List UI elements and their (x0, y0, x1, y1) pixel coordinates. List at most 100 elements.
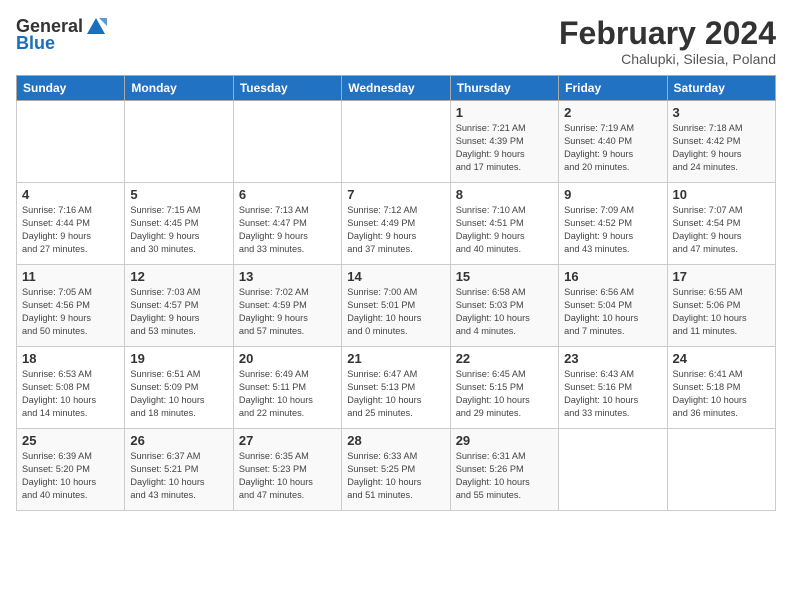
day-number: 24 (673, 351, 770, 366)
day-info: Sunrise: 6:56 AM Sunset: 5:04 PM Dayligh… (564, 286, 661, 338)
table-row: 12 Sunrise: 7:03 AM Sunset: 4:57 PM Dayli… (125, 265, 233, 347)
day-number: 14 (347, 269, 444, 284)
table-row (125, 101, 233, 183)
day-number: 19 (130, 351, 227, 366)
table-row: 23 Sunrise: 6:43 AM Sunset: 5:16 PM Dayli… (559, 347, 667, 429)
day-number: 15 (456, 269, 553, 284)
day-number: 12 (130, 269, 227, 284)
week-row-0: 1Sunrise: 7:21 AM Sunset: 4:39 PM Daylig… (17, 101, 776, 183)
day-info: Sunrise: 7:09 AM Sunset: 4:52 PM Dayligh… (564, 204, 661, 256)
day-info: Sunrise: 7:00 AM Sunset: 5:01 PM Dayligh… (347, 286, 444, 338)
location: Chalupki, Silesia, Poland (559, 51, 776, 67)
table-row: 25 Sunrise: 6:39 AM Sunset: 5:20 PM Dayli… (17, 429, 125, 511)
day-number: 25 (22, 433, 119, 448)
day-number: 20 (239, 351, 336, 366)
day-info: Sunrise: 7:15 AM Sunset: 4:45 PM Dayligh… (130, 204, 227, 256)
table-row: 15 Sunrise: 6:58 AM Sunset: 5:03 PM Dayli… (450, 265, 558, 347)
col-thursday: Thursday (450, 76, 558, 101)
table-row: 19Sunrise: 6:51 AM Sunset: 5:09 PM Dayli… (125, 347, 233, 429)
calendar-body: 1Sunrise: 7:21 AM Sunset: 4:39 PM Daylig… (17, 101, 776, 511)
table-row: 22Sunrise: 6:45 AM Sunset: 5:15 PM Dayli… (450, 347, 558, 429)
col-friday: Friday (559, 76, 667, 101)
table-row: 2Sunrise: 7:19 AM Sunset: 4:40 PM Daylig… (559, 101, 667, 183)
table-row: 13 Sunrise: 7:02 AM Sunset: 4:59 PM Dayli… (233, 265, 341, 347)
table-row: 26 Sunrise: 6:37 AM Sunset: 5:21 PM Dayli… (125, 429, 233, 511)
calendar-header-row: Sunday Monday Tuesday Wednesday Thursday… (17, 76, 776, 101)
day-number: 9 (564, 187, 661, 202)
header: General Blue February 2024 Chalupki, Sil… (16, 16, 776, 67)
day-info: Sunrise: 6:39 AM Sunset: 5:20 PM Dayligh… (22, 450, 119, 502)
page-container: General Blue February 2024 Chalupki, Sil… (0, 0, 792, 519)
table-row: 1Sunrise: 7:21 AM Sunset: 4:39 PM Daylig… (450, 101, 558, 183)
table-row: 17 Sunrise: 6:55 AM Sunset: 5:06 PM Dayli… (667, 265, 775, 347)
table-row: 28 Sunrise: 6:33 AM Sunset: 5:25 PM Dayli… (342, 429, 450, 511)
day-info: Sunrise: 7:05 AM Sunset: 4:56 PM Dayligh… (22, 286, 119, 338)
logo-icon (85, 16, 107, 38)
table-row: 21 Sunrise: 6:47 AM Sunset: 5:13 PM Dayli… (342, 347, 450, 429)
col-monday: Monday (125, 76, 233, 101)
day-info: Sunrise: 6:47 AM Sunset: 5:13 PM Dayligh… (347, 368, 444, 420)
week-row-3: 18Sunrise: 6:53 AM Sunset: 5:08 PM Dayli… (17, 347, 776, 429)
table-row: 14 Sunrise: 7:00 AM Sunset: 5:01 PM Dayli… (342, 265, 450, 347)
day-info: Sunrise: 6:53 AM Sunset: 5:08 PM Dayligh… (22, 368, 119, 420)
table-row: 20 Sunrise: 6:49 AM Sunset: 5:11 PM Dayli… (233, 347, 341, 429)
day-number: 3 (673, 105, 770, 120)
table-row: 7 Sunrise: 7:12 AM Sunset: 4:49 PM Daylig… (342, 183, 450, 265)
col-saturday: Saturday (667, 76, 775, 101)
week-row-4: 25 Sunrise: 6:39 AM Sunset: 5:20 PM Dayli… (17, 429, 776, 511)
day-number: 6 (239, 187, 336, 202)
table-row: 9 Sunrise: 7:09 AM Sunset: 4:52 PM Daylig… (559, 183, 667, 265)
day-number: 10 (673, 187, 770, 202)
table-row: 29 Sunrise: 6:31 AM Sunset: 5:26 PM Dayli… (450, 429, 558, 511)
day-number: 27 (239, 433, 336, 448)
table-row (233, 101, 341, 183)
day-number: 17 (673, 269, 770, 284)
day-info: Sunrise: 6:55 AM Sunset: 5:06 PM Dayligh… (673, 286, 770, 338)
table-row: 10 Sunrise: 7:07 AM Sunset: 4:54 PM Dayli… (667, 183, 775, 265)
table-row: 6 Sunrise: 7:13 AM Sunset: 4:47 PM Daylig… (233, 183, 341, 265)
day-info: Sunrise: 7:13 AM Sunset: 4:47 PM Dayligh… (239, 204, 336, 256)
day-info: Sunrise: 7:18 AM Sunset: 4:42 PM Dayligh… (673, 122, 770, 174)
day-info: Sunrise: 6:33 AM Sunset: 5:25 PM Dayligh… (347, 450, 444, 502)
day-number: 8 (456, 187, 553, 202)
day-number: 7 (347, 187, 444, 202)
day-info: Sunrise: 6:31 AM Sunset: 5:26 PM Dayligh… (456, 450, 553, 502)
table-row: 8Sunrise: 7:10 AM Sunset: 4:51 PM Daylig… (450, 183, 558, 265)
month-year: February 2024 (559, 16, 776, 51)
week-row-2: 11 Sunrise: 7:05 AM Sunset: 4:56 PM Dayli… (17, 265, 776, 347)
day-info: Sunrise: 7:19 AM Sunset: 4:40 PM Dayligh… (564, 122, 661, 174)
table-row: 16 Sunrise: 6:56 AM Sunset: 5:04 PM Dayli… (559, 265, 667, 347)
day-info: Sunrise: 7:12 AM Sunset: 4:49 PM Dayligh… (347, 204, 444, 256)
title-block: February 2024 Chalupki, Silesia, Poland (559, 16, 776, 67)
day-info: Sunrise: 7:16 AM Sunset: 4:44 PM Dayligh… (22, 204, 119, 256)
day-info: Sunrise: 7:21 AM Sunset: 4:39 PM Dayligh… (456, 122, 553, 174)
week-row-1: 4 Sunrise: 7:16 AM Sunset: 4:44 PM Daylig… (17, 183, 776, 265)
day-info: Sunrise: 7:07 AM Sunset: 4:54 PM Dayligh… (673, 204, 770, 256)
table-row: 11 Sunrise: 7:05 AM Sunset: 4:56 PM Dayli… (17, 265, 125, 347)
day-info: Sunrise: 6:37 AM Sunset: 5:21 PM Dayligh… (130, 450, 227, 502)
day-number: 4 (22, 187, 119, 202)
day-number: 23 (564, 351, 661, 366)
table-row: 4 Sunrise: 7:16 AM Sunset: 4:44 PM Daylig… (17, 183, 125, 265)
day-info: Sunrise: 6:45 AM Sunset: 5:15 PM Dayligh… (456, 368, 553, 420)
col-tuesday: Tuesday (233, 76, 341, 101)
day-number: 11 (22, 269, 119, 284)
day-number: 16 (564, 269, 661, 284)
col-wednesday: Wednesday (342, 76, 450, 101)
day-info: Sunrise: 6:58 AM Sunset: 5:03 PM Dayligh… (456, 286, 553, 338)
day-number: 26 (130, 433, 227, 448)
day-number: 29 (456, 433, 553, 448)
day-number: 28 (347, 433, 444, 448)
day-info: Sunrise: 6:43 AM Sunset: 5:16 PM Dayligh… (564, 368, 661, 420)
day-info: Sunrise: 6:41 AM Sunset: 5:18 PM Dayligh… (673, 368, 770, 420)
day-info: Sunrise: 7:03 AM Sunset: 4:57 PM Dayligh… (130, 286, 227, 338)
day-number: 21 (347, 351, 444, 366)
day-info: Sunrise: 6:49 AM Sunset: 5:11 PM Dayligh… (239, 368, 336, 420)
table-row (559, 429, 667, 511)
day-info: Sunrise: 6:35 AM Sunset: 5:23 PM Dayligh… (239, 450, 336, 502)
day-info: Sunrise: 7:02 AM Sunset: 4:59 PM Dayligh… (239, 286, 336, 338)
day-number: 5 (130, 187, 227, 202)
logo-blue-text: Blue (16, 34, 55, 54)
day-number: 13 (239, 269, 336, 284)
table-row: 27 Sunrise: 6:35 AM Sunset: 5:23 PM Dayli… (233, 429, 341, 511)
